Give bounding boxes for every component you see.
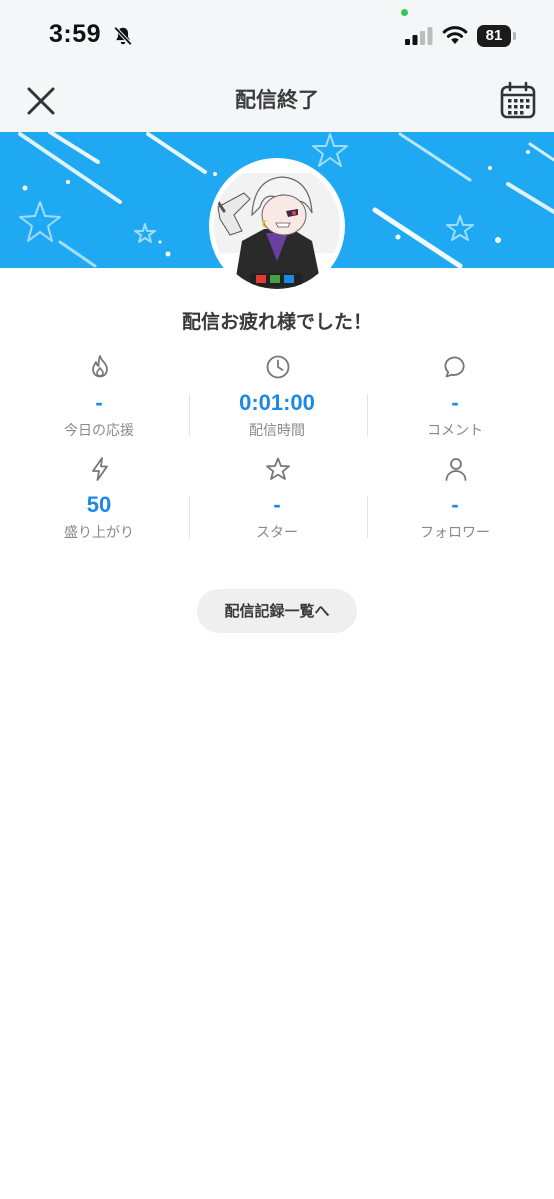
stat-value: - xyxy=(273,492,281,517)
signal-icon xyxy=(405,27,433,45)
stat-label: フォロワー xyxy=(420,525,490,541)
person-icon xyxy=(445,458,467,481)
stat-excitement: 50 盛り上がり xyxy=(4,456,194,546)
stat-comments: - コメント xyxy=(360,354,550,444)
battery-level: 81 xyxy=(485,27,503,44)
status-bar: 3:59 81 xyxy=(0,0,554,70)
stat-stream-time: 0:01:00 配信時間 xyxy=(182,354,372,444)
avatar-illustration xyxy=(214,163,340,289)
page-title: 配信終了 xyxy=(235,88,319,112)
stream-history-button[interactable]: 配信記録一覧へ xyxy=(197,589,357,633)
stat-label: スター xyxy=(256,525,298,541)
stat-followers: - フォロワー xyxy=(360,456,550,546)
camera-indicator xyxy=(401,9,408,16)
status-time: 3:59 xyxy=(49,20,102,48)
lightning-icon xyxy=(92,457,108,481)
star-icon xyxy=(266,457,290,480)
stat-value: 50 xyxy=(86,492,112,517)
battery-icon: 81 xyxy=(477,25,517,47)
calendar-icon[interactable] xyxy=(500,81,536,119)
stat-label: 配信時間 xyxy=(249,423,305,439)
bell-slash-icon xyxy=(113,26,133,46)
stat-value: - xyxy=(451,492,459,517)
nav-bar: 配信終了 xyxy=(0,70,554,132)
flame-icon xyxy=(92,355,108,378)
stat-value: 0:01:00 xyxy=(239,390,315,415)
stat-label: 今日の応援 xyxy=(64,423,134,439)
stat-support: - 今日の応援 xyxy=(4,354,194,444)
clock-icon xyxy=(266,355,290,379)
stats-row-1: - 今日の応援 0:01:00 配信時間 - コメント xyxy=(0,354,554,444)
stat-label: 盛り上がり xyxy=(64,525,134,541)
stat-stars: - スター xyxy=(182,456,372,546)
stat-value: - xyxy=(95,390,103,415)
wifi-icon xyxy=(442,26,468,44)
comment-icon xyxy=(444,356,465,378)
stat-value: - xyxy=(451,390,459,415)
avatar xyxy=(209,158,345,294)
stat-label: コメント xyxy=(427,423,483,439)
stats-row-2: 50 盛り上がり - スター - フォロワー xyxy=(0,456,554,546)
greeting-message: 配信お疲れ様でした！ xyxy=(181,311,372,333)
